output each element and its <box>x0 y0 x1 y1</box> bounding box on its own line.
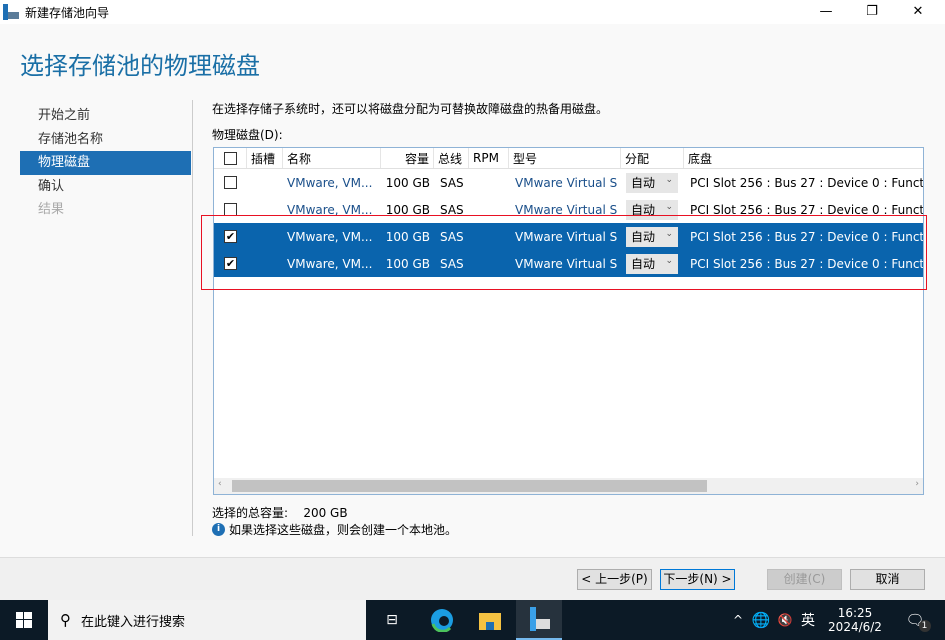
physical-disks-table: 插槽 名称 容量 总线 RPM 型号 分配 底盘 VMware, VM... 1… <box>213 147 924 495</box>
info-text: 如果选择这些磁盘，则会创建一个本地池。 <box>229 523 458 537</box>
col-slot[interactable]: 插槽 <box>247 148 283 168</box>
col-allocation[interactable]: 分配 <box>621 148 684 168</box>
disk-bus: SAS <box>440 175 464 190</box>
notification-center-icon[interactable]: 🗨 1 <box>898 600 938 640</box>
col-model[interactable]: 型号 <box>509 148 621 168</box>
volume-muted-icon[interactable]: 🔇 <box>775 600 795 640</box>
nav-before-you-begin[interactable]: 开始之前 <box>20 104 191 128</box>
next-button[interactable]: 下一步(N) > <box>660 569 735 590</box>
chevron-down-icon: ⌄ <box>665 201 673 212</box>
allocation-value: 自动 <box>631 176 656 190</box>
edge-icon[interactable] <box>420 600 464 640</box>
task-view-icon[interactable]: ⊟ <box>370 600 414 640</box>
taskbar: ⚲ 在此键入进行搜索 ⊟ ^ 🌐 🔇 英 16:25 2024/6/2 🗨 1 <box>0 600 945 640</box>
file-explorer-icon[interactable] <box>468 600 512 640</box>
close-button[interactable]: ✕ <box>895 0 941 24</box>
wizard-footer: < 上一步(P) 下一步(N) > 创建(C) 取消 <box>0 557 945 600</box>
page-title: 选择存储池的物理磁盘 <box>20 52 260 80</box>
table-header: 插槽 名称 容量 总线 RPM 型号 分配 底盘 <box>214 148 923 169</box>
search-icon: ⚲ <box>60 611 71 629</box>
notification-count-badge: 1 <box>918 620 931 632</box>
info-message: i 如果选择这些磁盘，则会创建一个本地池。 <box>212 521 457 538</box>
col-chassis[interactable]: 底盘 <box>684 148 923 168</box>
nav-confirmation[interactable]: 确认 <box>20 175 191 199</box>
storage-pool-app-icon <box>3 4 19 20</box>
clock-time: 16:25 <box>837 606 873 620</box>
create-button: 创建(C) <box>767 569 842 590</box>
nav-results: 结果 <box>38 202 65 217</box>
disk-chassis: PCI Slot 256 : Bus 27 : Device 0 : Funct… <box>690 175 923 190</box>
storage-pool-taskbar-icon[interactable] <box>516 600 562 640</box>
wizard-nav: 开始之前 存储池名称 物理磁盘 确认 结果 <box>20 104 191 222</box>
horizontal-scrollbar[interactable]: ‹ › <box>214 478 923 494</box>
scroll-right-icon[interactable]: › <box>915 479 919 489</box>
minimize-button[interactable]: — <box>803 0 849 24</box>
col-capacity[interactable]: 容量 <box>381 148 434 168</box>
disk-name: VMware, VM... <box>287 175 373 190</box>
highlight-box <box>201 215 927 290</box>
total-capacity-value: 200 GB <box>303 506 348 520</box>
disk-model: VMware Virtual S <box>515 175 618 190</box>
col-rpm[interactable]: RPM <box>469 148 509 168</box>
col-name[interactable]: 名称 <box>283 148 381 168</box>
chevron-down-icon: ⌄ <box>665 174 673 185</box>
search-placeholder: 在此键入进行搜索 <box>81 614 186 630</box>
taskbar-search[interactable]: ⚲ 在此键入进行搜索 <box>48 600 366 640</box>
disk-capacity: 100 GB <box>385 175 430 190</box>
total-capacity-label: 选择的总容量: <box>212 506 289 520</box>
cancel-button[interactable]: 取消 <box>850 569 925 590</box>
info-icon: i <box>212 523 225 536</box>
physical-disks-label: 物理磁盘(D): <box>212 128 283 142</box>
total-capacity: 选择的总容量: 200 GB <box>212 504 348 521</box>
col-bus[interactable]: 总线 <box>434 148 469 168</box>
restore-button[interactable]: ❐ <box>849 0 895 24</box>
nav-pool-name[interactable]: 存储池名称 <box>20 128 191 152</box>
allocation-dropdown[interactable]: 自动 ⌄ <box>626 172 678 193</box>
show-hidden-icons[interactable]: ^ <box>730 600 746 640</box>
previous-button[interactable]: < 上一步(P) <box>577 569 652 590</box>
window-title: 新建存储池向导 <box>25 5 110 20</box>
select-all-checkbox[interactable] <box>223 151 237 165</box>
network-icon[interactable]: 🌐 <box>750 600 772 640</box>
description: 在选择存储子系统时，还可以将磁盘分配为可替换故障磁盘的热备用磁盘。 <box>212 102 609 116</box>
clock[interactable]: 16:25 2024/6/2 <box>820 600 890 640</box>
table-row[interactable]: VMware, VM... 100 GB SAS VMware Virtual … <box>214 169 923 196</box>
row-checkbox[interactable] <box>224 176 237 189</box>
scroll-left-icon[interactable]: ‹ <box>218 479 222 489</box>
clock-date: 2024/6/2 <box>828 620 882 634</box>
windows-start-icon[interactable] <box>0 600 48 640</box>
nav-physical-disks[interactable]: 物理磁盘 <box>20 151 191 175</box>
ime-indicator[interactable]: 英 <box>798 600 818 640</box>
title-bar: 新建存储池向导 — ❐ ✕ <box>0 0 945 24</box>
scrollbar-thumb[interactable] <box>232 480 707 492</box>
divider <box>192 100 193 536</box>
